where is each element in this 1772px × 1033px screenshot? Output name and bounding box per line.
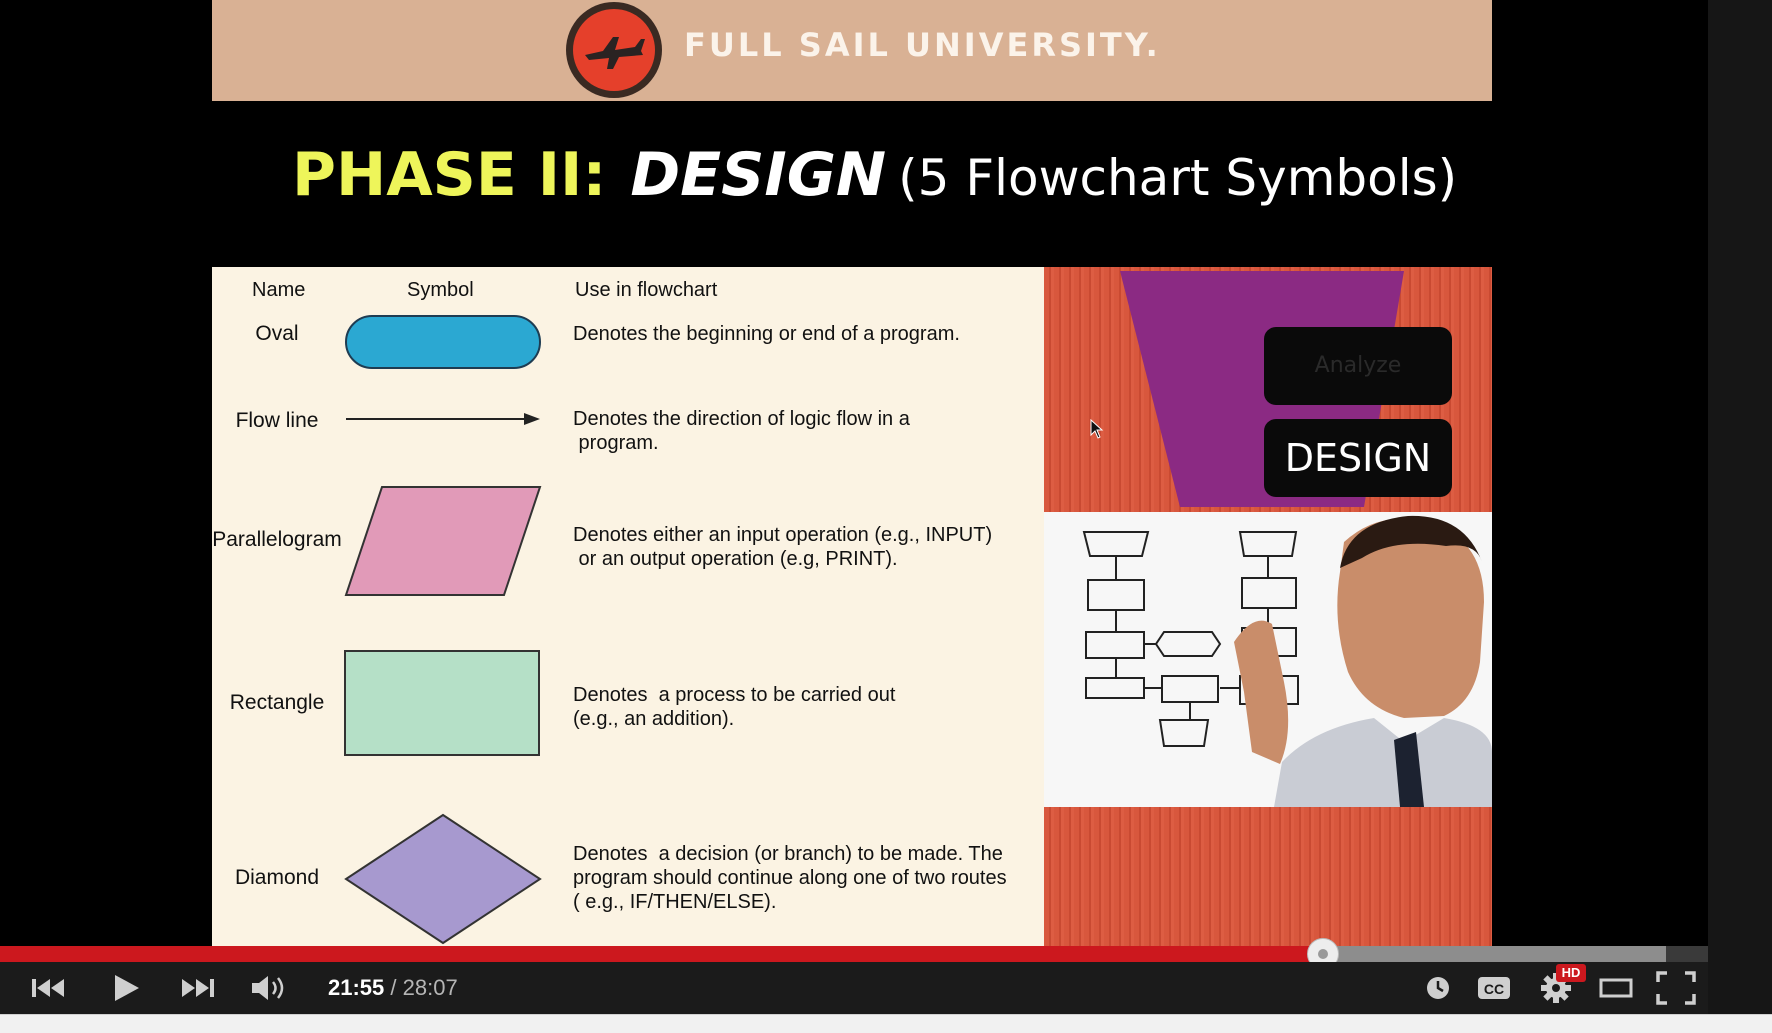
volume-icon[interactable]: [248, 962, 292, 1014]
previous-icon[interactable]: [26, 962, 70, 1014]
time-current: 21:55: [328, 975, 385, 1000]
time-total: / 28:07: [390, 975, 458, 1000]
row-desc-flow-line: Denotes the direction of logic flow in a…: [573, 408, 910, 454]
watch-later-icon[interactable]: [1420, 962, 1456, 1014]
page-bottom-strip: [0, 1014, 1772, 1033]
arrow-icon: [346, 413, 540, 425]
row-desc-parallelogram: Denotes either an input operation (e.g.,…: [573, 524, 993, 570]
player-side-strip: [1708, 0, 1772, 1014]
seek-bar[interactable]: [0, 938, 1708, 970]
row-desc-rectangle: Denotes a process to be carried out (e.g…: [573, 684, 896, 730]
title-design: DESIGN: [630, 140, 887, 210]
row-name-diamond: Diamond: [234, 866, 320, 889]
time-display: 21:55 / 28:07: [328, 975, 458, 1001]
row-desc-oval: Denotes the beginning or end of a progra…: [573, 323, 960, 345]
row-name-oval: Oval: [255, 322, 299, 345]
banner-text: FULL SAIL UNIVERSITY.: [684, 26, 1161, 64]
column-header-use: Use in flowchart: [575, 279, 718, 301]
video-player[interactable]: FULL SAIL UNIVERSITY. PHASE II: DESIGN (5 …: [0, 0, 1708, 1014]
fullscreen-icon[interactable]: [1656, 962, 1696, 1014]
next-icon[interactable]: [176, 962, 220, 1014]
flowchart-symbols-table: Name Symbol Use in flowchart Oval Denote…: [212, 267, 1044, 946]
row-desc-diamond: Denotes a decision (or branch) to be mad…: [573, 843, 1007, 913]
phase-box-design: DESIGN: [1264, 419, 1452, 497]
row-name-parallelogram: Parallelogram: [212, 528, 342, 551]
svg-text:CC: CC: [1484, 981, 1504, 997]
university-banner: FULL SAIL UNIVERSITY.: [212, 0, 1492, 101]
seek-bar-played: [0, 946, 1323, 962]
theater-mode-icon[interactable]: [1596, 962, 1636, 1014]
hd-badge: HD: [1556, 964, 1586, 982]
phase-box-analyze: Analyze: [1264, 327, 1452, 405]
title-subtitle: (5 Flowchart Symbols): [898, 149, 1458, 207]
mouse-cursor-icon: [1090, 419, 1104, 439]
phase-graphic-panel: Analyze DESIGN: [1044, 267, 1492, 946]
row-name-rectangle: Rectangle: [229, 691, 325, 714]
video-frame[interactable]: FULL SAIL UNIVERSITY. PHASE II: DESIGN (5 …: [212, 0, 1492, 946]
play-icon[interactable]: [104, 962, 148, 1014]
player-controls: 21:55 / 28:07 CC: [0, 962, 1708, 1014]
column-header-name: Name: [252, 279, 306, 301]
column-header-symbol: Symbol: [407, 279, 474, 301]
flowchart-photo: [1044, 512, 1492, 807]
parallelogram-icon: [344, 486, 542, 596]
rectangle-icon: [344, 650, 540, 756]
title-phase: PHASE II:: [292, 140, 607, 210]
university-logo: [566, 2, 662, 98]
oval-icon: [345, 315, 541, 369]
diamond-icon: [344, 813, 542, 945]
airplane-icon: [585, 37, 645, 69]
captions-icon[interactable]: CC: [1474, 962, 1514, 1014]
slide-title: PHASE II: DESIGN (5 Flowchart Symbols): [292, 140, 1457, 210]
row-name-flow-line: Flow line: [235, 409, 319, 432]
